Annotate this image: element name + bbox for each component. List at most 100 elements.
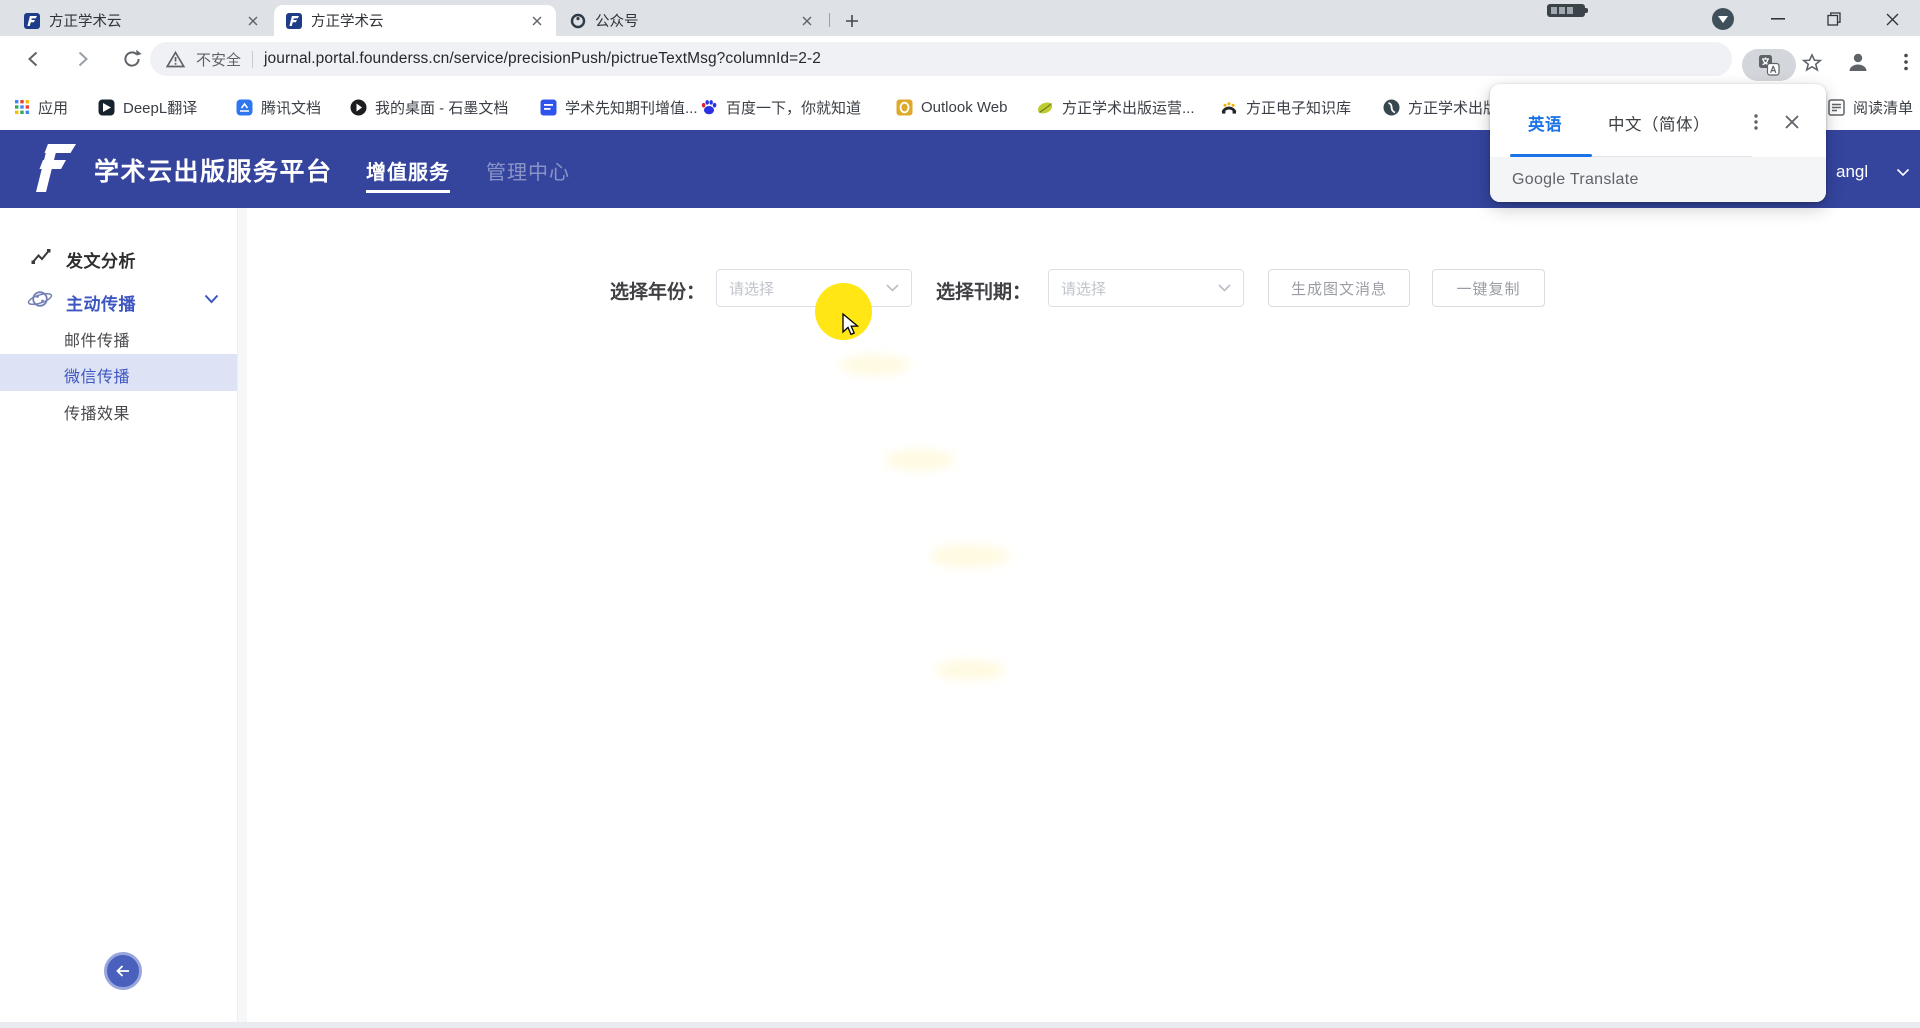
year-select-label: 选择年份： <box>610 277 705 304</box>
leaf-icon <box>1036 98 1054 116</box>
year-select[interactable]: 请选择 <box>716 269 912 307</box>
new-tab-button[interactable] <box>838 7 866 35</box>
tab-title: 方正学术云 <box>49 10 235 31</box>
reading-list-icon <box>1828 99 1845 116</box>
tab-title: 方正学术云 <box>311 10 519 31</box>
media-controls-button[interactable] <box>1712 8 1734 30</box>
warning-icon <box>166 51 185 68</box>
tab-close-icon[interactable] <box>244 12 262 30</box>
bookmark-deepl[interactable]: DeepL翻译 <box>98 95 197 119</box>
issue-select[interactable]: 请选择 <box>1048 269 1244 307</box>
forward-icon[interactable] <box>70 47 94 71</box>
select-chevron-down-icon <box>1218 284 1231 292</box>
apps-grid-icon <box>14 99 30 115</box>
faint-watermark <box>840 355 910 375</box>
baidu-paw-icon <box>700 98 718 116</box>
profile-avatar-icon[interactable] <box>1846 50 1870 74</box>
bookmark-label: 百度一下，你就知道 <box>726 97 861 118</box>
collapse-sidebar-button[interactable] <box>104 952 142 990</box>
bookmark-label: DeepL翻译 <box>123 97 197 118</box>
bookmark-label: Outlook Web <box>921 99 1007 116</box>
mouse-cursor <box>838 312 862 338</box>
sidebar-chevron-down-icon[interactable] <box>204 294 219 304</box>
google-translate-popup: 英语 中文（简体） Google Translate <box>1490 84 1826 202</box>
select-chevron-down-icon <box>886 284 899 292</box>
founder-favicon-icon <box>24 13 40 29</box>
browser-tab-3[interactable]: 公众号 <box>558 5 826 36</box>
platform-title: 学术云出版服务平台 <box>94 152 333 188</box>
bookmark-label: 我的桌面 - 石墨文档 <box>375 97 508 118</box>
tencent-docs-icon <box>236 99 253 116</box>
restore-button[interactable] <box>1820 8 1848 30</box>
faint-watermark <box>935 660 1005 680</box>
translate-source-tab[interactable]: 英语 <box>1528 111 1562 135</box>
globe-swirl-icon <box>1383 99 1400 116</box>
journal-blue-square-icon <box>540 99 557 116</box>
main-panel <box>247 208 1920 1022</box>
browser-tab-2-active[interactable]: 方正学术云 <box>274 5 556 36</box>
sidebar-item-publication-analysis[interactable]: 发文分析 <box>66 247 136 272</box>
user-menu[interactable]: angl <box>1836 162 1868 182</box>
google-translate-brand: Google Translate <box>1512 171 1639 189</box>
sidebar-item-email-dissemination[interactable]: 邮件传播 <box>64 327 130 351</box>
translate-target-tab[interactable]: 中文（简体） <box>1608 111 1710 135</box>
tab-close-icon[interactable] <box>798 12 816 30</box>
bookmark-founder-operations[interactable]: 方正学术出版运营... <box>1036 95 1195 119</box>
refresh-icon[interactable] <box>120 47 144 71</box>
nav-value-added-services[interactable]: 增值服务 <box>366 156 450 185</box>
close-window-button[interactable] <box>1878 8 1906 30</box>
issue-select-value: 请选择 <box>1061 278 1106 299</box>
sidebar-item-active-dissemination[interactable]: 主动传播 <box>66 290 136 315</box>
bookmark-founder-publishing[interactable]: 方正学术出版 <box>1383 95 1498 119</box>
tab-separator <box>829 13 830 27</box>
one-click-copy-button[interactable]: 一键复制 <box>1432 269 1545 307</box>
faint-watermark <box>930 545 1010 567</box>
page-bottom-edge <box>0 1022 1920 1028</box>
founder-favicon-icon <box>286 13 302 29</box>
deepl-icon <box>98 99 115 116</box>
planet-icon <box>27 287 53 311</box>
minimize-button[interactable] <box>1764 8 1792 30</box>
generate-message-button[interactable]: 生成图文消息 <box>1268 269 1410 307</box>
bookmark-shimo[interactable]: 我的桌面 - 石墨文档 <box>350 95 508 119</box>
battery-indicator-icon <box>1547 4 1585 17</box>
bookmark-reading-list[interactable]: 阅读清单 <box>1828 95 1913 119</box>
user-chevron-down-icon[interactable] <box>1896 168 1910 177</box>
translate-icon[interactable] <box>1742 49 1796 81</box>
sidebar-item-dissemination-effect[interactable]: 传播效果 <box>64 400 130 424</box>
bookmark-founder-knowledge[interactable]: 方正电子知识库 <box>1220 95 1351 119</box>
sidebar-item-wechat-dissemination[interactable]: 微信传播 <box>64 363 130 387</box>
bookmark-label: 方正学术出版运营... <box>1062 97 1195 118</box>
bookmark-tencent-docs[interactable]: 腾讯文档 <box>236 95 321 119</box>
back-icon[interactable] <box>22 47 46 71</box>
founder-logo-icon <box>32 142 80 194</box>
year-select-value: 请选择 <box>729 278 774 299</box>
tab-close-icon[interactable] <box>528 12 546 30</box>
bookmark-label: 方正电子知识库 <box>1246 97 1351 118</box>
nav-active-underline <box>366 190 450 193</box>
address-bar[interactable]: 不安全 journal.portal.founderss.cn/service/… <box>150 42 1732 76</box>
bookmark-star-icon[interactable] <box>1800 51 1824 75</box>
outlook-icon <box>896 99 913 116</box>
browser-menu-kebab-icon[interactable] <box>1894 50 1918 74</box>
bookmark-baidu[interactable]: 百度一下，你就知道 <box>700 95 861 119</box>
bookmark-label: 阅读清单 <box>1853 97 1913 118</box>
security-label[interactable]: 不安全 <box>196 49 241 70</box>
bookmark-journal-valueadd[interactable]: 学术先知期刊增值... <box>540 95 698 119</box>
bookmark-outlook[interactable]: Outlook Web <box>896 95 1007 119</box>
shimo-icon <box>350 99 367 116</box>
issue-select-label: 选择刊期： <box>936 277 1031 304</box>
bookmark-apps[interactable]: 应用 <box>14 95 68 119</box>
swirl-favicon-icon <box>570 13 586 29</box>
tab-title: 公众号 <box>595 10 789 31</box>
nav-management-center[interactable]: 管理中心 <box>486 156 570 185</box>
browser-tab-1[interactable]: 方正学术云 <box>12 5 272 36</box>
omnibox-separator <box>252 51 253 68</box>
translate-options-kebab-icon[interactable] <box>1742 108 1770 136</box>
bookmark-label: 腾讯文档 <box>261 97 321 118</box>
url-text[interactable]: journal.portal.founderss.cn/service/prec… <box>264 50 821 68</box>
bookmark-label: 方正学术出版 <box>1408 97 1498 118</box>
translate-close-icon[interactable] <box>1778 108 1806 136</box>
bookmark-label: 应用 <box>38 97 68 118</box>
faint-watermark <box>885 450 955 470</box>
